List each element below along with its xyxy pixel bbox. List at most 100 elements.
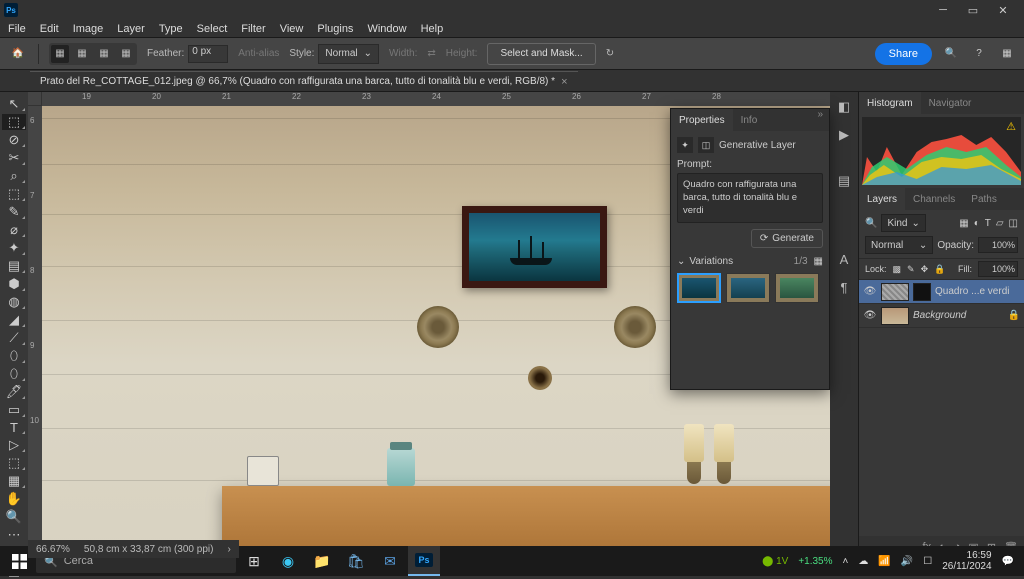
tool-8[interactable]: ✦ <box>2 240 26 256</box>
menu-help[interactable]: Help <box>421 23 444 35</box>
tool-9[interactable]: ▤ <box>2 258 26 274</box>
tool-11[interactable]: ◍ <box>2 294 26 310</box>
character-panel-icon[interactable]: A <box>833 248 855 270</box>
grid-view-icon[interactable]: ▦ <box>814 256 823 267</box>
layer-filter-select[interactable]: Kind ⌄ <box>881 214 925 232</box>
tool-2[interactable]: ⊘ <box>2 132 26 148</box>
libraries-icon[interactable]: ▤ <box>833 170 855 192</box>
filter-shape-icon[interactable]: ▱ <box>996 218 1004 229</box>
tool-19[interactable]: ▷ <box>2 437 26 453</box>
menu-image[interactable]: Image <box>73 23 104 35</box>
menu-edit[interactable]: Edit <box>40 23 59 35</box>
tool-6[interactable]: ✎ <box>2 204 26 220</box>
filter-pixel-icon[interactable]: ▦ <box>959 218 968 229</box>
filter-type-icon[interactable]: T <box>985 218 991 229</box>
menu-file[interactable]: File <box>8 23 26 35</box>
tool-17[interactable]: ▭ <box>2 402 26 418</box>
home-icon[interactable]: 🏠 <box>8 44 28 64</box>
lock-all-icon[interactable]: 🔒 <box>934 264 945 275</box>
document-tab[interactable]: Prato del Re_COTTAGE_012.jpeg @ 66,7% (Q… <box>30 71 578 91</box>
search-icon[interactable]: 🔍 <box>942 45 960 63</box>
tab-properties[interactable]: Properties <box>671 109 733 131</box>
language-icon[interactable]: ☐ <box>923 556 932 567</box>
close-tab-icon[interactable]: × <box>561 76 567 88</box>
tool-3[interactable]: ✂ <box>2 150 26 166</box>
generate-button[interactable]: ⟳Generate <box>751 229 823 248</box>
layer-thumb[interactable] <box>881 283 909 301</box>
blend-mode-select[interactable]: Normal⌄ <box>865 236 933 254</box>
lock-icon[interactable]: 🔒 <box>1008 310 1020 321</box>
task-view-icon[interactable]: ⊞ <box>238 546 270 576</box>
menu-window[interactable]: Window <box>367 23 406 35</box>
share-button[interactable]: Share <box>875 43 932 65</box>
variation-thumb[interactable] <box>677 273 721 303</box>
tool-0[interactable]: ↖ <box>2 96 26 112</box>
close-button[interactable]: ✕ <box>992 2 1014 18</box>
photoshop-taskbar-icon[interactable]: Ps <box>408 546 440 576</box>
intersect-selection-icon[interactable]: ▦ <box>117 45 135 63</box>
opacity-input[interactable]: 100% <box>978 237 1018 253</box>
tool-21[interactable]: ▦ <box>2 473 26 489</box>
swap-icon[interactable]: ⇄ <box>427 48 435 59</box>
nvidia-icon[interactable]: ⬤ 1V <box>762 556 788 567</box>
tool-4[interactable]: ⌕ <box>2 168 26 184</box>
tab-navigator[interactable]: Navigator <box>921 92 980 114</box>
menu-filter[interactable]: Filter <box>241 23 265 35</box>
chevron-right-icon[interactable]: › <box>227 544 230 555</box>
subtract-selection-icon[interactable]: ▦ <box>95 45 113 63</box>
zoom-level[interactable]: 66.67% <box>36 544 70 555</box>
menu-type[interactable]: Type <box>159 23 183 35</box>
minimize-button[interactable]: ─ <box>932 2 954 18</box>
layer-row[interactable]: 👁 Background 🔒 <box>859 304 1024 328</box>
notifications-icon[interactable]: 💬 <box>1002 556 1014 567</box>
layer-mask-thumb[interactable] <box>913 283 931 301</box>
menu-select[interactable]: Select <box>197 23 228 35</box>
tab-histogram[interactable]: Histogram <box>859 92 921 114</box>
filter-smart-icon[interactable]: ◫ <box>1009 218 1018 229</box>
color-panel-icon[interactable]: ◧ <box>833 96 855 118</box>
tool-1[interactable]: ⬚ <box>2 114 26 130</box>
tool-23[interactable]: 🔍 <box>2 509 26 525</box>
visibility-icon[interactable]: 👁 <box>863 286 877 297</box>
tool-13[interactable]: ⟋ <box>2 330 26 346</box>
tool-22[interactable]: ✋ <box>2 491 26 507</box>
chevron-down-icon[interactable]: ⌄ <box>677 256 685 267</box>
layer-row[interactable]: 👁 Quadro ...e verdi <box>859 280 1024 304</box>
mail-icon[interactable]: ✉ <box>374 546 406 576</box>
add-selection-icon[interactable]: ▦ <box>73 45 91 63</box>
onedrive-icon[interactable]: ☁ <box>858 556 868 567</box>
workspace-icon[interactable]: ▦ <box>998 45 1016 63</box>
fill-input[interactable]: 100% <box>978 261 1018 277</box>
tool-12[interactable]: ◢ <box>2 312 26 328</box>
explorer-icon[interactable]: 📁 <box>306 546 338 576</box>
refresh-icon[interactable]: ↻ <box>606 48 614 59</box>
tab-info[interactable]: Info <box>733 109 766 131</box>
edge-icon[interactable]: ◉ <box>272 546 304 576</box>
volume-icon[interactable]: 🔊 <box>901 556 913 567</box>
select-and-mask-button[interactable]: Select and Mask... <box>487 43 595 65</box>
menu-plugins[interactable]: Plugins <box>317 23 353 35</box>
menu-view[interactable]: View <box>280 23 304 35</box>
tool-10[interactable]: ⬢ <box>2 276 26 292</box>
antialias-checkbox[interactable]: Anti-alias <box>238 48 279 59</box>
play-icon[interactable]: ▶ <box>833 124 855 146</box>
lock-transparent-icon[interactable]: ▩ <box>893 264 902 275</box>
warning-icon[interactable]: ⚠ <box>1006 120 1016 133</box>
tray-chevron-icon[interactable]: ˄ <box>843 556 849 567</box>
lock-position-icon[interactable]: ✥ <box>921 264 929 275</box>
paragraph-panel-icon[interactable]: ¶ <box>833 276 855 298</box>
tool-16[interactable]: 🖊 <box>2 384 26 400</box>
lock-pixels-icon[interactable]: ✎ <box>907 264 915 275</box>
tool-18[interactable]: T <box>2 420 26 435</box>
clock[interactable]: 16:5926/11/2024 <box>942 550 991 572</box>
tool-15[interactable]: ⬯ <box>2 366 26 382</box>
style-select[interactable]: Normal⌄ <box>318 44 379 64</box>
tool-5[interactable]: ⬚ <box>2 186 26 202</box>
variation-thumb[interactable] <box>726 273 770 303</box>
tool-24[interactable]: ⋯ <box>2 527 26 543</box>
tool-7[interactable]: ⌀ <box>2 222 26 238</box>
tab-channels[interactable]: Channels <box>905 188 963 210</box>
tool-20[interactable]: ⬚ <box>2 455 26 471</box>
filter-adjust-icon[interactable]: ◐ <box>974 218 980 229</box>
layer-thumb[interactable] <box>881 307 909 325</box>
